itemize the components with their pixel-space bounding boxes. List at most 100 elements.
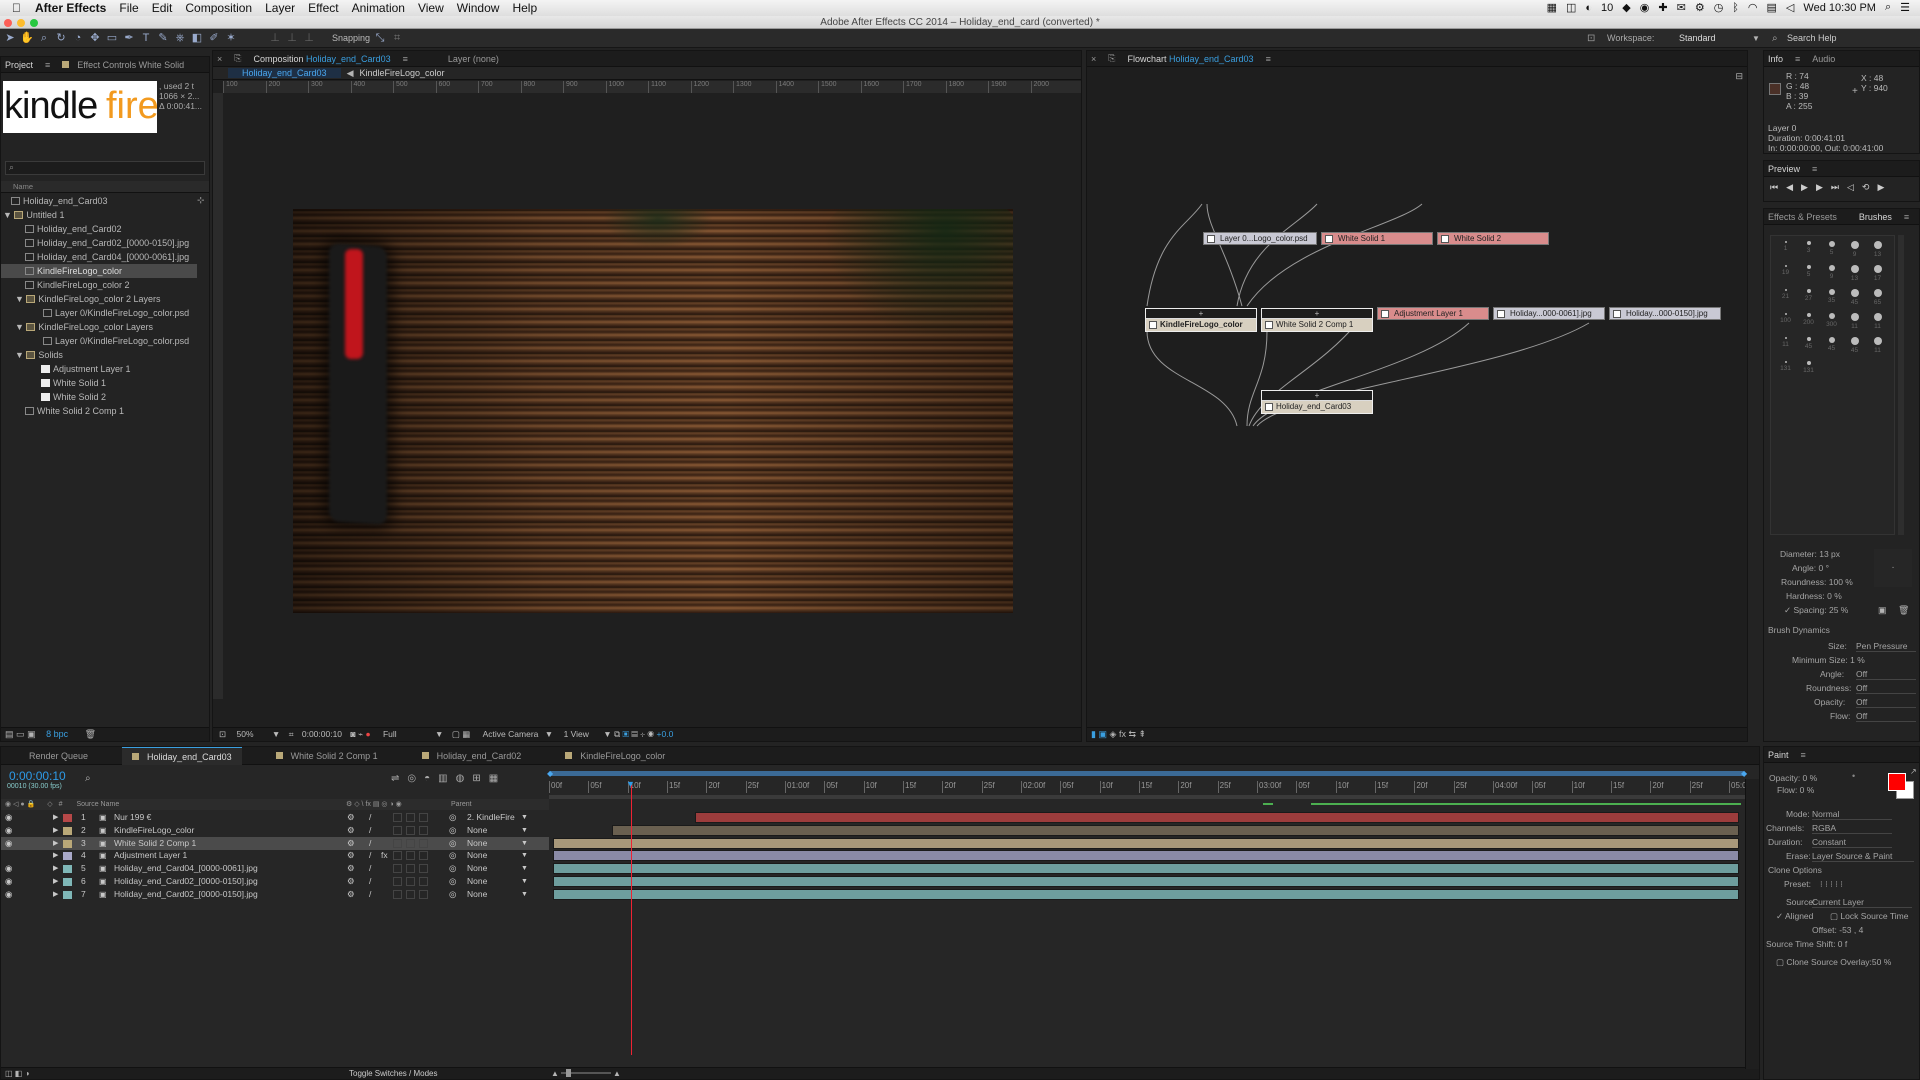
- shy-switch-icon[interactable]: ⚙: [347, 837, 355, 850]
- dropbox-icon[interactable]: ◆: [1622, 1, 1630, 14]
- brush-tip[interactable]: 300: [1820, 311, 1843, 335]
- selection-tool-icon[interactable]: ➤: [3, 31, 17, 45]
- first-frame-icon[interactable]: ⏮: [1770, 182, 1778, 193]
- time-machine-icon[interactable]: ◷: [1714, 1, 1724, 14]
- current-time[interactable]: 0:00:00:10: [9, 769, 66, 783]
- paint-erase-select[interactable]: Layer Source & Paint: [1812, 851, 1914, 862]
- timeline-icon[interactable]: ▤: [631, 729, 637, 739]
- table-row[interactable]: ◉ ▶ 6 ▣ Holiday_end_Card02_[0000-0150].jpg ⚙ /…: [1, 875, 549, 888]
- dyn-opacity-select[interactable]: Off: [1856, 697, 1916, 708]
- list-item[interactable]: Holiday_end_Card02: [1, 222, 197, 236]
- list-item[interactable]: KindleFireLogo_color: [1, 264, 197, 278]
- interpret-footage-icon[interactable]: ▤: [5, 729, 14, 739]
- prop-value[interactable]: 0 °: [1818, 563, 1829, 573]
- label-color[interactable]: [63, 814, 72, 822]
- node-plus-icon[interactable]: +: [1262, 391, 1372, 401]
- parent-chevron-icon[interactable]: ▼: [521, 862, 528, 875]
- graph-editor-icon[interactable]: ⊞: [472, 773, 480, 784]
- timeline-tab[interactable]: Holiday_end_Card02: [412, 747, 532, 765]
- layer-search-icon[interactable]: ⌕: [85, 773, 91, 784]
- dyn-flow-select[interactable]: Off: [1856, 711, 1916, 722]
- brush-tip[interactable]: 131: [1797, 359, 1820, 383]
- spacing-checkbox[interactable]: ✓: [1784, 605, 1791, 615]
- lock-icon[interactable]: ⎘: [234, 53, 241, 64]
- menu-composition[interactable]: Composition: [185, 1, 252, 15]
- table-row[interactable]: ◉ ▶ 7 ▣ Holiday_end_Card02_[0000-0150].jpg ⚙ /…: [1, 888, 549, 901]
- new-folder-icon[interactable]: ▭: [16, 729, 25, 739]
- current-time-display[interactable]: 0:00:00:10: [302, 729, 342, 739]
- switch-box[interactable]: [393, 825, 402, 835]
- menu-help[interactable]: Help: [512, 1, 537, 15]
- shy-switch-icon[interactable]: ⚙: [347, 824, 355, 837]
- expand-arrow-icon[interactable]: ▶: [53, 875, 58, 888]
- parent-pickwhip-icon[interactable]: ◎: [449, 811, 456, 824]
- tab-audio[interactable]: Audio: [1812, 54, 1835, 64]
- toggle-solids-icon[interactable]: ◈: [1110, 729, 1117, 739]
- snapshot-icon[interactable]: ◙: [350, 729, 355, 739]
- playhead-handle-icon[interactable]: ▼: [626, 779, 635, 789]
- label-color[interactable]: [63, 839, 72, 848]
- expand-arrow-icon[interactable]: ▶: [53, 849, 58, 862]
- menu-view[interactable]: View: [418, 1, 444, 15]
- brush-tip[interactable]: 5: [1797, 263, 1820, 287]
- status-icon[interactable]: ◉: [1640, 1, 1650, 14]
- list-item[interactable]: Layer 0/KindleFireLogo_color.psd: [1, 306, 197, 320]
- switch-box[interactable]: [406, 864, 415, 874]
- flow-node-holiday-0150[interactable]: Holiday...000-0150].jpg: [1609, 307, 1721, 320]
- menu-effect[interactable]: Effect: [308, 1, 338, 15]
- parent-chevron-icon[interactable]: ▼: [521, 811, 528, 824]
- layer-name[interactable]: KindleFireLogo_color: [114, 824, 194, 837]
- flow-node-white-solid-2[interactable]: White Solid 2: [1437, 232, 1549, 245]
- spotlight-icon[interactable]: ⌕: [1885, 1, 1891, 14]
- label-color[interactable]: [63, 826, 72, 835]
- safe-zones-icon[interactable]: ⌗: [289, 729, 294, 739]
- table-row[interactable]: ◉ ▶ 2 ▣ KindleFireLogo_color ⚙ / ◎ None ▼: [1, 824, 549, 837]
- list-item[interactable]: ▼ Solids: [1, 348, 197, 362]
- toggle-footage-icon[interactable]: ▣: [1098, 729, 1107, 739]
- quality-switch-icon[interactable]: /: [369, 849, 371, 862]
- expand-arrow-icon[interactable]: ▶: [53, 811, 58, 824]
- brainstorm-icon[interactable]: ▦: [489, 773, 498, 784]
- layer-name[interactable]: Holiday_end_Card02_[0000-0150].jpg: [114, 888, 258, 901]
- col-parent[interactable]: Parent: [451, 799, 472, 810]
- switch-box[interactable]: [406, 813, 415, 822]
- view-layout-select[interactable]: 1 View: [564, 729, 589, 739]
- tab-info[interactable]: Info: [1768, 54, 1783, 64]
- last-frame-icon[interactable]: ⏭: [1831, 182, 1839, 193]
- switch-box[interactable]: [419, 825, 428, 835]
- toggle-effects-icon[interactable]: fx: [1119, 729, 1126, 739]
- parent-pickwhip-icon[interactable]: ◎: [449, 888, 456, 901]
- paint-opacity[interactable]: Opacity: 0 %: [1769, 773, 1817, 783]
- crumb-kindle-fire-logo[interactable]: KindleFireLogo_color: [359, 68, 444, 78]
- view-chevron-icon[interactable]: ▼: [603, 729, 611, 739]
- switch-box[interactable]: [406, 889, 415, 899]
- quality-switch-icon[interactable]: /: [369, 824, 371, 837]
- status-icon[interactable]: ⚙: [1695, 1, 1705, 14]
- parent-chevron-icon[interactable]: ▼: [521, 875, 528, 888]
- layer-name[interactable]: Holiday_end_Card02_[0000-0150].jpg: [114, 875, 258, 888]
- brush-scrollbar[interactable]: [1898, 235, 1904, 535]
- list-item[interactable]: ▼ KindleFireLogo_color Layers: [1, 320, 197, 334]
- switch-box[interactable]: [406, 825, 415, 835]
- panel-menu-icon[interactable]: ≡: [45, 60, 50, 70]
- brush-tip[interactable]: 100: [1774, 311, 1797, 335]
- prop-value[interactable]: 13 px: [1819, 549, 1840, 559]
- status-icon[interactable]: ✚: [1658, 1, 1667, 14]
- workspace-chevron-icon[interactable]: ▼: [1752, 34, 1760, 43]
- tab-layer[interactable]: Layer (none): [448, 54, 499, 64]
- table-row[interactable]: ▶ 4 ▣ Adjustment Layer 1 ⚙ / fx ◎ None ▼: [1, 849, 549, 862]
- channel-icon[interactable]: ●: [365, 729, 370, 739]
- switch-box[interactable]: [393, 813, 402, 822]
- prop-value[interactable]: 0 %: [1827, 591, 1842, 601]
- snap-option-icon[interactable]: ⌗: [390, 31, 404, 45]
- frame-blending-icon[interactable]: ▥: [438, 773, 447, 784]
- brush-tip[interactable]: 13: [1843, 263, 1866, 287]
- loop-icon[interactable]: ⟲: [1862, 182, 1870, 193]
- brush-tip[interactable]: 9: [1843, 239, 1866, 263]
- puppet-tool-icon[interactable]: ✶: [224, 31, 238, 45]
- parent-pickwhip-icon[interactable]: ◎: [449, 875, 456, 888]
- switch-box[interactable]: [393, 864, 402, 874]
- shy-switch-icon[interactable]: ⚙: [347, 811, 355, 824]
- brush-tip[interactable]: 27: [1797, 287, 1820, 311]
- flow-node-adjustment-layer[interactable]: Adjustment Layer 1: [1377, 307, 1489, 320]
